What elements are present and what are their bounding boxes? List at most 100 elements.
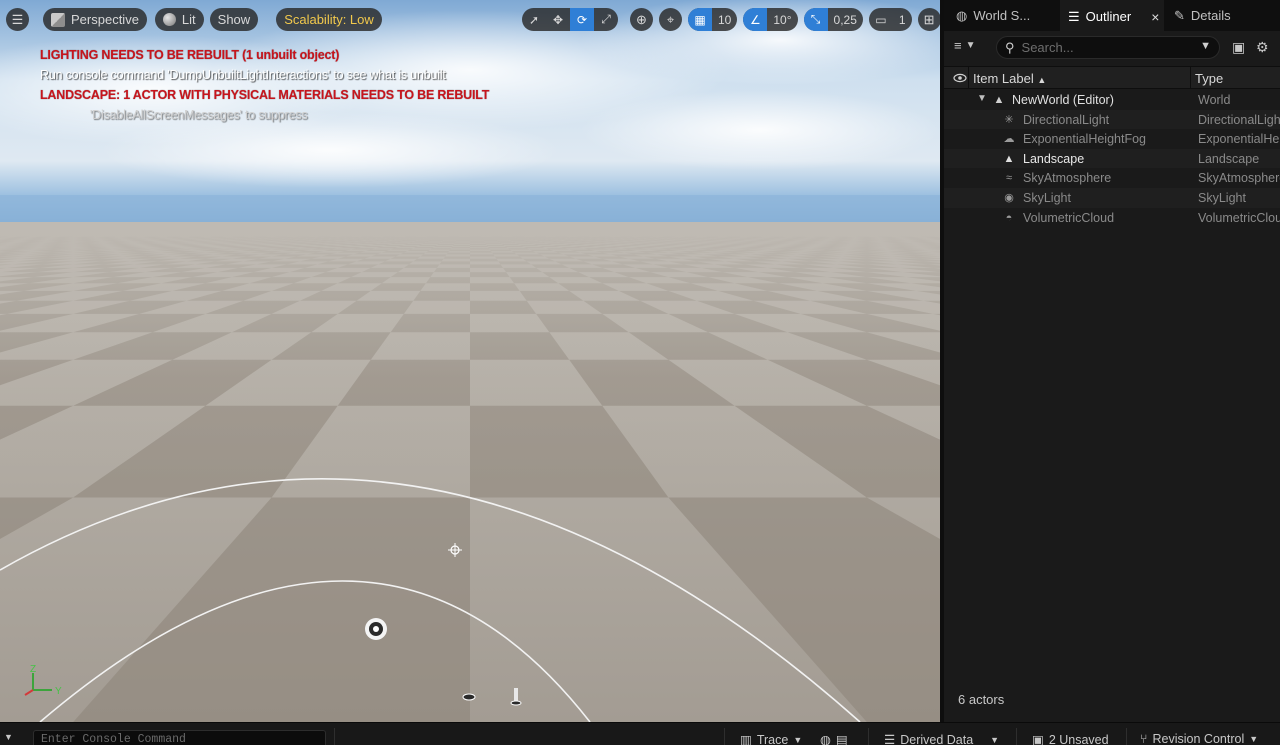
tab-details[interactable]: ✎ Details [1166, 0, 1276, 31]
tab-details-label: Details [1190, 8, 1231, 23]
fog-icon: ☁ [1003, 133, 1015, 146]
divider [334, 728, 335, 745]
lighting-rebuild-message: LIGHTING NEEDS TO BE REBUILT (1 unbuilt … [40, 48, 340, 62]
column-divider [968, 67, 969, 89]
camera-speed-value[interactable]: 1 [893, 8, 912, 31]
record-icon: ◍ [820, 733, 831, 745]
unsaved-button[interactable]: ▣ 2 Unsaved [1032, 732, 1109, 745]
show-button[interactable]: Show [209, 8, 259, 31]
rotation-snap-value[interactable]: 10° [767, 8, 797, 31]
column-divider[interactable] [1190, 67, 1191, 89]
tree-row-directionallight[interactable]: ✳ DirectionalLight DirectionalLight [944, 109, 1280, 130]
scale-snap-control: ⤡ 0,25 [803, 8, 863, 31]
grid-snap-value[interactable]: 10 [712, 8, 737, 31]
skylight-icon: ◉ [1004, 191, 1014, 204]
tab-world-settings[interactable]: ◍ World S... [948, 0, 1054, 31]
tree-row-label: Landscape [1023, 151, 1085, 166]
scale-snap-value[interactable]: 0,25 [828, 8, 863, 31]
filter-icon: ≡ [954, 38, 962, 53]
lit-button[interactable]: Lit [154, 8, 204, 31]
search-box: ⚲ ▼ [996, 36, 1220, 59]
rotate-icon: ⟳ [576, 12, 588, 27]
tree-row-label: SkyAtmosphere [1023, 171, 1112, 186]
search-input[interactable] [1021, 40, 1192, 55]
sort-up-icon: ▲ [1037, 75, 1047, 85]
branch-icon: ⑂ [1140, 732, 1148, 745]
save-icon: ▣ [1032, 733, 1044, 745]
search-icon: ⚲ [1005, 39, 1015, 55]
level-viewport[interactable]: Z Y ☰ Perspective Lit Show Scalability: … [0, 0, 940, 722]
outliner-toolbar: ≡ ▼ ⚲ ▼ ▣ ⚙ [944, 34, 1280, 60]
select-tool-button[interactable]: ➚ [522, 8, 546, 31]
tree-row-skyatmosphere[interactable]: ≈ SkyAtmosphere SkyAtmosphere [944, 168, 1280, 188]
item-label-column-header[interactable]: Item Label ▲ [973, 71, 1046, 86]
viewport-menu-button[interactable]: ☰ [6, 8, 29, 31]
stats-icon: ▤ [835, 733, 848, 745]
world-icon: ▲ [993, 94, 1005, 106]
cmd-dropdown-button[interactable]: ▼ [4, 732, 13, 742]
grid-snap-control: ▦ 10 [688, 8, 738, 31]
sky-icon: ≈ [1005, 172, 1013, 185]
chevron-down-icon[interactable]: ▼ [1200, 40, 1211, 52]
divider [724, 728, 725, 745]
show-label: Show [217, 12, 251, 27]
filter-button[interactable]: ≡ ▼ [954, 38, 976, 53]
translate-tool-button[interactable]: ✥ [546, 8, 570, 31]
scale-tool-button[interactable]: ⤢ [594, 8, 618, 31]
type-column-header[interactable]: Type [1195, 71, 1223, 86]
console-hint-message: Run console command 'DumpUnbuiltLightInt… [40, 68, 446, 82]
scale-icon: ⤢ [601, 12, 611, 26]
close-icon[interactable]: × [1151, 9, 1159, 25]
transform-tools: ➚ ✥ ⟳ ⤢ [522, 8, 618, 31]
tree-row-label: DirectionalLight [1023, 112, 1110, 127]
suppress-hint-message: 'DisableAllScreenMessages' to suppress [90, 108, 308, 122]
grid-snap-toggle[interactable]: ▦ [688, 8, 712, 31]
camera-speed-control: ▭ 1 [868, 8, 912, 31]
gear-icon[interactable]: ⚙ [1256, 39, 1269, 56]
viewport-layout-button[interactable]: ⊞ [917, 8, 940, 31]
world-local-button[interactable]: ⊕ [630, 8, 653, 31]
cube-icon [51, 12, 65, 27]
chevron-down-icon: ▼ [1249, 734, 1259, 744]
tree-row-exponentialheightfog[interactable]: ☁ ExponentialHeightFog ExponentialHeight… [944, 129, 1280, 149]
collapse-arrow-icon[interactable]: ▼ [977, 93, 987, 104]
tree-row-type: VolumetricCloud [1198, 210, 1280, 225]
mountain-icon: ▲ [1003, 152, 1015, 165]
add-folder-icon[interactable]: ▣ [1232, 39, 1245, 56]
tree-row-landscape[interactable]: ▲ Landscape Landscape [944, 148, 1280, 169]
revision-control-label: Revision Control [1152, 732, 1245, 745]
tree-row-volumetriccloud[interactable]: ◓ VolumetricCloud VolumetricCloud [944, 208, 1280, 228]
perspective-label: Perspective [71, 12, 139, 27]
rotation-snap-toggle[interactable]: ∠ [743, 8, 768, 31]
lit-label: Lit [181, 12, 196, 27]
revision-control-button[interactable]: ⑂ Revision Control ▼ [1140, 732, 1258, 745]
perspective-button[interactable]: Perspective [43, 8, 147, 31]
camera-speed-button[interactable]: ▭ [869, 8, 893, 31]
insights-button[interactable]: ◍ ▤ [820, 732, 848, 745]
scalability-button[interactable]: Scalability: Low [276, 8, 382, 31]
chevron-down-icon: ▼ [965, 40, 976, 51]
tree-row-label: VolumetricCloud [1023, 210, 1115, 225]
outliner-tree: ▼ ▲ NewWorld (Editor) World ✳ Directiona… [944, 90, 1280, 227]
sphere-icon [162, 13, 176, 26]
tree-row-type: World [1198, 93, 1231, 107]
derived-data-button[interactable]: ☰ Derived Data ▼ [884, 732, 999, 745]
tree-row-type: SkyLight [1198, 190, 1246, 205]
trace-button[interactable]: ▥ Trace ▼ [740, 732, 802, 745]
panel-tabs: ◍ World S... ☰ Outliner × ✎ Details [944, 0, 1280, 31]
eye-icon[interactable] [953, 71, 967, 85]
rotate-tool-button[interactable]: ⟳ [570, 8, 594, 31]
actor-count: 6 actors [958, 692, 1005, 707]
surface-snap-button[interactable]: ⌖ [659, 8, 682, 31]
cloud-icon: ◓ [1005, 211, 1013, 224]
derived-data-label: Derived Data [900, 732, 974, 745]
tree-row-label: ExponentialHeightFog [1023, 132, 1146, 147]
divider [868, 728, 869, 745]
cursor-icon: ➚ [528, 12, 540, 27]
grid-icon: ▦ [694, 12, 706, 27]
scale-snap-toggle[interactable]: ⤡ [803, 8, 828, 31]
console-input[interactable] [34, 731, 314, 745]
tab-outliner[interactable]: ☰ Outliner × [1060, 0, 1164, 31]
tree-row-skylight[interactable]: ◉ SkyLight SkyLight [944, 187, 1280, 208]
tree-row-world[interactable]: ▼ ▲ NewWorld (Editor) World [944, 90, 1280, 110]
